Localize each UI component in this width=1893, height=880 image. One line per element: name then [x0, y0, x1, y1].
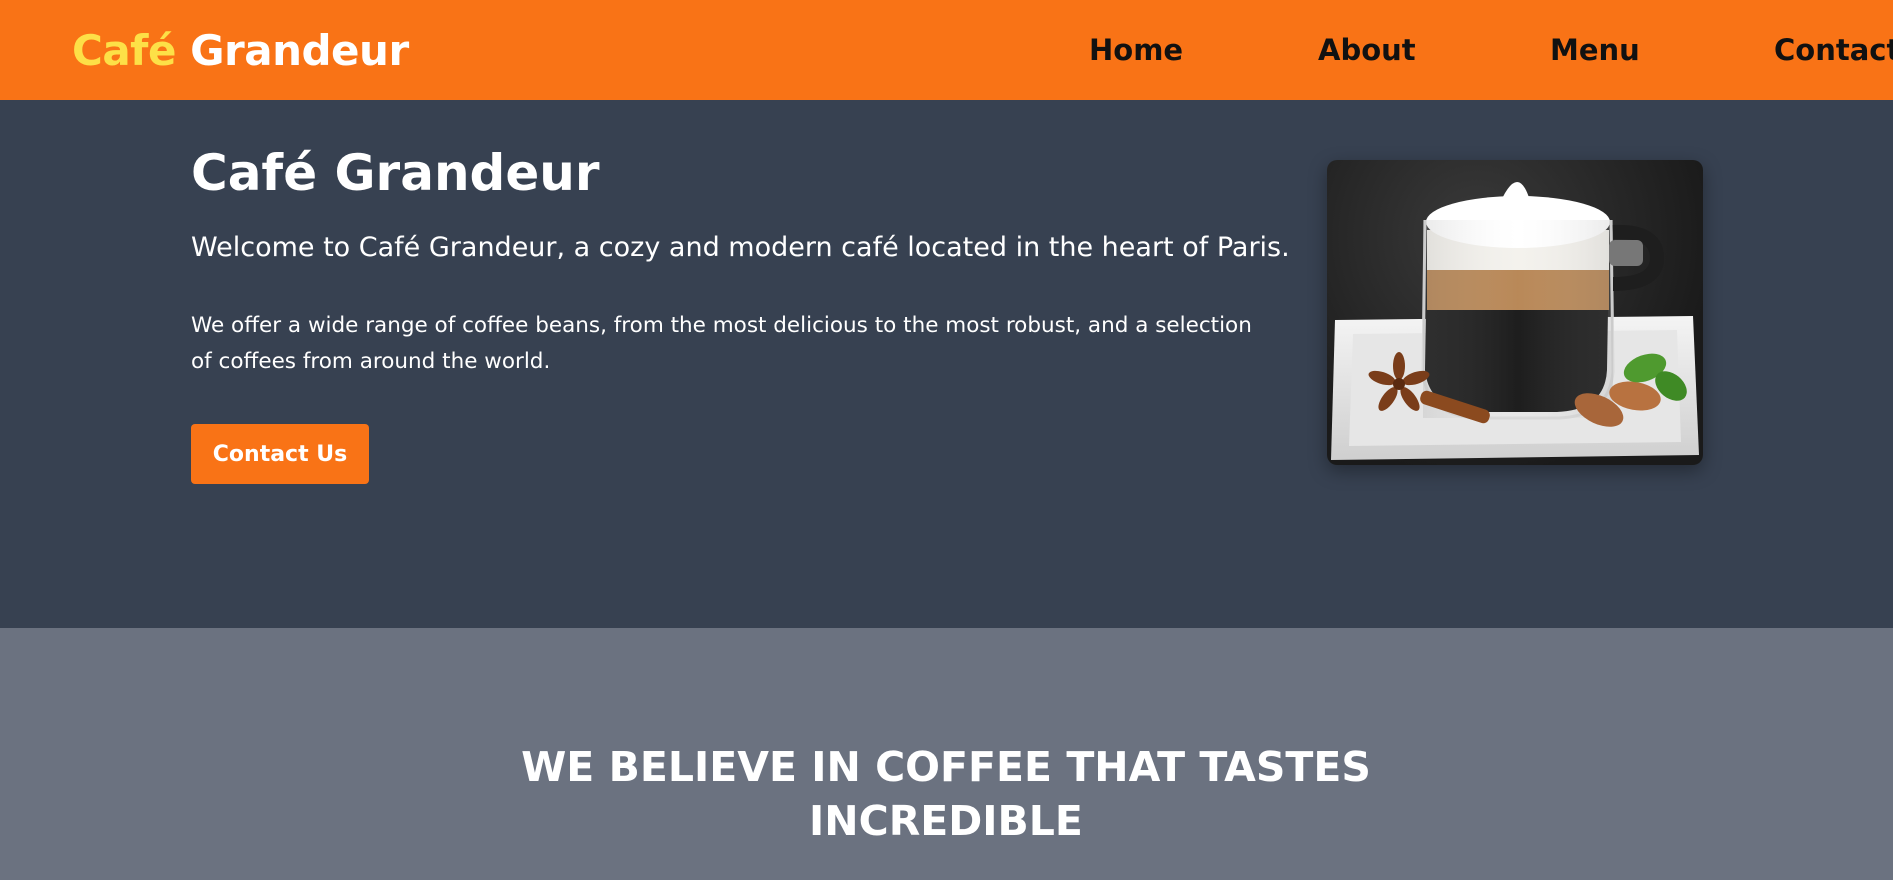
site-header: Café Grandeur Home About Menu Contact — [0, 0, 1893, 100]
brand-accent-text: Café — [72, 26, 176, 75]
hero-section: Café Grandeur Welcome to Café Grandeur, … — [0, 100, 1893, 628]
belief-heading: WE BELIEVE IN COFFEE THAT TASTES INCREDI… — [521, 743, 1371, 845]
contact-us-button[interactable]: Contact Us — [191, 424, 369, 484]
nav-link-menu[interactable]: Menu — [1550, 33, 1640, 67]
latte-cup-image — [1327, 160, 1703, 465]
nav-link-home[interactable]: Home — [1089, 33, 1183, 67]
hero-lead: Welcome to Café Grandeur, a cozy and mod… — [191, 232, 1290, 263]
brand-main-text: Grandeur — [190, 26, 409, 75]
belief-section: WE BELIEVE IN COFFEE THAT TASTES INCREDI… — [0, 628, 1893, 880]
nav-link-contact[interactable]: Contact — [1774, 33, 1893, 67]
brand-logo[interactable]: Café Grandeur — [72, 26, 409, 75]
hero-title: Café Grandeur — [191, 144, 600, 202]
hero-description: We offer a wide range of coffee beans, f… — [191, 313, 1252, 374]
nav-link-about[interactable]: About — [1318, 33, 1416, 67]
